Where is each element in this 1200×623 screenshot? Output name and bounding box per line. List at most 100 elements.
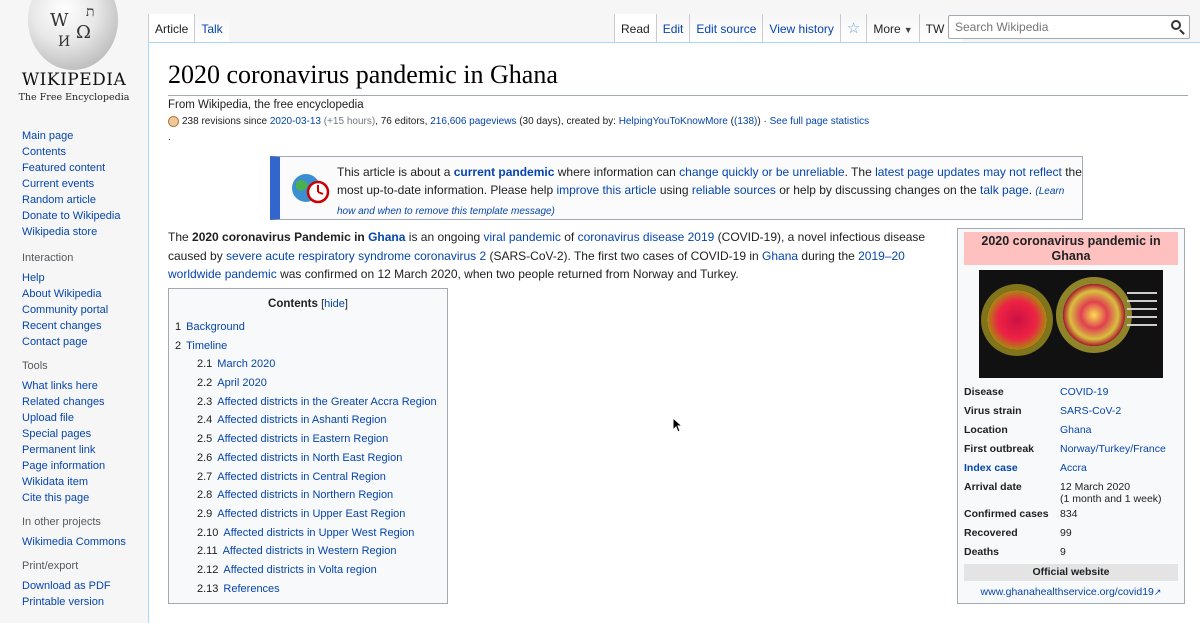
sidebar-item-random-article[interactable]: Random article: [22, 194, 96, 206]
toc-link[interactable]: Affected districts in Western Region: [223, 545, 397, 557]
toc-hide-link[interactable]: hide: [324, 298, 345, 310]
notice-text-2: where information can: [554, 165, 680, 179]
infobox-value-link[interactable]: Norway/Turkey/France: [1060, 443, 1166, 455]
tab-article[interactable]: Article: [148, 14, 195, 42]
toc-item[interactable]: 2 Timeline: [169, 337, 447, 356]
toc-item[interactable]: 2.9 Affected districts in Upper East Regi…: [169, 505, 447, 524]
tab-talk[interactable]: Talk: [194, 14, 229, 42]
toc-item[interactable]: 2.6 Affected districts in North East Regi…: [169, 449, 447, 468]
toc-link[interactable]: Timeline: [186, 340, 227, 352]
toc-number: 2.4: [197, 414, 213, 427]
tab-read[interactable]: Read: [614, 14, 656, 42]
tab-edit[interactable]: Edit: [655, 14, 690, 42]
toc-link[interactable]: Affected districts in North East Region: [217, 452, 402, 464]
toc-item[interactable]: 2.11 Affected districts in Western Region: [169, 542, 447, 561]
toc-item[interactable]: 2.4 Affected districts in Ashanti Region: [169, 411, 447, 430]
toc-item[interactable]: 2.3 Affected districts in the Greater Acc…: [169, 393, 447, 412]
watch-star-icon[interactable]: ☆: [839, 14, 867, 42]
latest-updates-link[interactable]: latest page updates: [875, 165, 980, 179]
sidebar-item-related-changes[interactable]: Related changes: [22, 396, 105, 408]
toc-item[interactable]: 2.12 Affected districts in Volta region: [169, 561, 447, 580]
stats-creator-count: ((138)): [730, 116, 761, 127]
infobox-value-link[interactable]: COVID-19: [1060, 386, 1108, 398]
toc-link[interactable]: Affected districts in Northern Region: [217, 489, 393, 501]
sidebar-item-help[interactable]: Help: [22, 272, 45, 284]
infobox-key-link[interactable]: Index case: [964, 462, 1018, 474]
toc-item[interactable]: 2.1 March 2020: [169, 355, 447, 374]
toc-item[interactable]: 2.5 Affected districts in Eastern Region: [169, 430, 447, 449]
image-annotation-lines: [1127, 286, 1157, 356]
toc-number: 2.12: [197, 563, 219, 576]
infobox-value-link[interactable]: Accra: [1060, 462, 1087, 474]
toc-item[interactable]: 2.7 Affected districts in Central Region: [169, 468, 447, 487]
current-event-notice: This article is about a current pandemic…: [270, 156, 1083, 220]
toc-link[interactable]: Affected districts in Eastern Region: [217, 433, 388, 445]
stats-pageviews-link[interactable]: 216,606 pageviews: [430, 116, 516, 127]
toc-item[interactable]: 2.2 April 2020: [169, 374, 447, 393]
toc-link[interactable]: April 2020: [217, 377, 267, 389]
official-website-link[interactable]: www.ghanahealthservice.org/covid19: [981, 586, 1154, 598]
infobox-key: Location: [964, 424, 1008, 436]
toc-link[interactable]: Affected districts in the Greater Accra …: [217, 396, 436, 408]
toc-link[interactable]: Affected districts in Volta region: [223, 564, 376, 576]
stats-date-link[interactable]: 2020-03-13: [270, 116, 321, 127]
coronavirus-image[interactable]: [979, 270, 1163, 378]
lead-text-5: (SARS-CoV-2). The first two cases of COV…: [486, 248, 763, 263]
toc-link[interactable]: Background: [186, 321, 245, 333]
ghana-link[interactable]: Ghana: [762, 249, 798, 263]
viral-pandemic-link[interactable]: viral pandemic: [484, 230, 561, 244]
search-icon[interactable]: [1171, 20, 1181, 30]
improve-article-link[interactable]: improve this article: [556, 183, 656, 197]
stats-creator-link[interactable]: HelpingYouToKnowMore: [619, 116, 728, 127]
sidebar-item-community-portal[interactable]: Community portal: [22, 304, 108, 316]
toc-item[interactable]: 2.13 References: [169, 580, 447, 599]
sidebar-item-main-page[interactable]: Main page: [22, 130, 73, 142]
sidebar-item-donate[interactable]: Donate to Wikipedia: [22, 210, 120, 222]
sidebar-item-printable-version[interactable]: Printable version: [22, 596, 104, 608]
ghana-bold-link[interactable]: Ghana: [368, 230, 405, 244]
change-quickly-link[interactable]: change quickly or be unreliable: [679, 165, 844, 179]
more-menu[interactable]: More ▼: [866, 14, 919, 42]
search-input[interactable]: [949, 16, 1159, 38]
sidebar-item-wikimedia-commons[interactable]: Wikimedia Commons: [22, 536, 126, 548]
coronavirus-disease-link[interactable]: coronavirus disease 2019: [578, 230, 715, 244]
toc-link[interactable]: Affected districts in Central Region: [217, 471, 386, 483]
talk-page-link[interactable]: talk page: [980, 183, 1029, 197]
sidebar-item-upload-file[interactable]: Upload file: [22, 412, 74, 424]
sidebar-item-special-pages[interactable]: Special pages: [22, 428, 91, 440]
sidebar-item-contact-page[interactable]: Contact page: [22, 336, 87, 348]
sars-cov-2-link[interactable]: severe acute respiratory syndrome corona…: [226, 249, 486, 263]
stats-full-link[interactable]: See full page statistics: [770, 116, 870, 127]
sidebar-item-wikidata-item[interactable]: Wikidata item: [22, 476, 88, 488]
title-divider: [168, 95, 1188, 96]
toc-item[interactable]: 1 Background: [169, 318, 447, 337]
tab-view-history[interactable]: View history: [762, 14, 840, 42]
toc-link[interactable]: March 2020: [217, 358, 275, 370]
current-pandemic-link[interactable]: current pandemic: [454, 165, 555, 179]
sidebar-item-page-information[interactable]: Page information: [22, 460, 105, 472]
sidebar-item-contents[interactable]: Contents: [22, 146, 66, 158]
sidebar-item-what-links-here[interactable]: What links here: [22, 380, 98, 392]
reliable-sources-link[interactable]: reliable sources: [692, 183, 776, 197]
sidebar-item-store[interactable]: Wikipedia store: [22, 226, 97, 238]
toc-item[interactable]: 2.10 Affected districts in Upper West Reg…: [169, 524, 447, 543]
toc-item[interactable]: 2.8 Affected districts in Northern Region: [169, 486, 447, 505]
toc-link[interactable]: Affected districts in Upper East Region: [217, 508, 405, 520]
tab-edit-source[interactable]: Edit source: [689, 14, 763, 42]
infobox-value-link[interactable]: SARS-CoV-2: [1060, 405, 1121, 417]
sidebar-item-permanent-link[interactable]: Permanent link: [22, 444, 95, 456]
toc-hide-toggle[interactable]: [hide]: [321, 298, 348, 310]
infobox-value-link[interactable]: Ghana: [1060, 424, 1092, 436]
wikipedia-logo[interactable]: W Ω И ת WIKIPEDIA The Free Encyclopedia: [0, 0, 148, 110]
sidebar-item-current-events[interactable]: Current events: [22, 178, 94, 190]
sidebar-item-recent-changes[interactable]: Recent changes: [22, 320, 102, 332]
toc-link[interactable]: References: [223, 583, 279, 595]
sidebar-item-cite-this-page[interactable]: Cite this page: [22, 492, 89, 504]
sidebar-item-about[interactable]: About Wikipedia: [22, 288, 102, 300]
toc-link[interactable]: Affected districts in Ashanti Region: [217, 414, 386, 426]
sidebar-item-featured-content[interactable]: Featured content: [22, 162, 105, 174]
may-not-reflect-link[interactable]: may not reflect: [983, 165, 1062, 179]
sidebar-item-download-pdf[interactable]: Download as PDF: [22, 580, 111, 592]
toc-link[interactable]: Affected districts in Upper West Region: [223, 527, 414, 539]
stats-creator-count-link[interactable]: (138): [734, 116, 757, 127]
